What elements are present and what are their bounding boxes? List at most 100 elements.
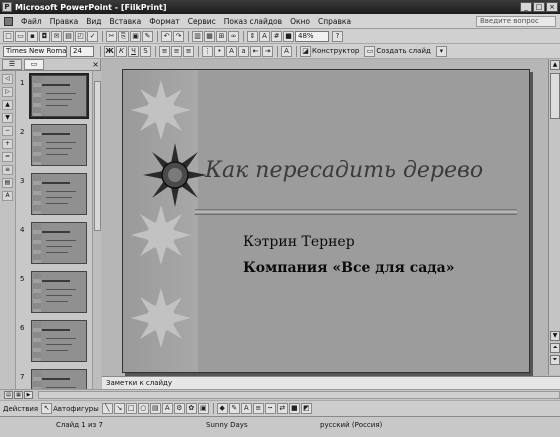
actions-menu[interactable]: Действия [3, 405, 38, 413]
autoshapes-menu[interactable]: Автофигуры [53, 405, 99, 413]
align-left-icon[interactable]: ≡ [159, 45, 170, 57]
tables-borders-icon[interactable]: ⊞ [216, 30, 227, 42]
help-search-input[interactable]: Введите вопрос [476, 15, 556, 27]
diagram-icon[interactable]: ⚙ [173, 403, 185, 414]
select-objects-icon[interactable]: ↖ [41, 403, 53, 414]
slide-thumbnail-row[interactable]: 7 [17, 369, 92, 389]
menu-view[interactable]: Вид [82, 17, 105, 26]
slide-thumbnail[interactable] [31, 320, 87, 362]
insert-table-icon[interactable]: ▦ [204, 30, 215, 42]
thumbnail-scroll-thumb[interactable] [94, 81, 101, 231]
insert-chart-icon[interactable]: ▥ [192, 30, 203, 42]
move-up-icon[interactable]: ▲ [2, 100, 13, 110]
insert-hyperlink-icon[interactable]: ∞ [228, 30, 239, 42]
slide-thumbnail[interactable] [31, 369, 87, 389]
slide-thumbnail-row[interactable]: 5 [17, 271, 92, 321]
toolbar-options-icon[interactable]: ▾ [435, 45, 447, 57]
slide-thumbnail[interactable] [31, 271, 87, 313]
pane-close-icon[interactable]: × [92, 60, 99, 69]
font-size-select[interactable]: 24 [70, 45, 94, 57]
summary-slide-icon[interactable]: ▤ [2, 178, 13, 188]
3d-style-icon[interactable]: ◩ [300, 403, 312, 414]
color-grayscale-icon[interactable]: ■ [283, 30, 294, 42]
clipart-icon[interactable]: ✿ [185, 403, 197, 414]
slide-title[interactable]: Как пересадить дерево [205, 158, 483, 183]
rectangle-icon[interactable]: □ [125, 403, 137, 414]
collapse-icon[interactable]: − [2, 126, 13, 136]
menu-insert[interactable]: Вставка [106, 17, 146, 26]
bullets-icon[interactable]: • [214, 45, 225, 57]
slide-thumbnail-row[interactable]: 1 [17, 73, 92, 125]
next-slide-icon[interactable]: ⏷ [550, 355, 560, 365]
align-center-icon[interactable]: ≡ [171, 45, 182, 57]
new-slide-icon[interactable]: ▭ [364, 45, 376, 57]
expand-all-icon[interactable]: ⇕ [247, 30, 258, 42]
expand-all-outline-icon[interactable]: ≡ [2, 165, 13, 175]
normal-view-icon[interactable]: ▤ [4, 391, 13, 399]
new-icon[interactable]: □ [3, 30, 14, 42]
menu-format[interactable]: Формат [145, 17, 183, 26]
print-preview-icon[interactable]: ◰ [75, 30, 86, 42]
menu-help[interactable]: Справка [314, 17, 355, 26]
scroll-down-icon[interactable]: ▼ [550, 331, 560, 341]
menu-tools[interactable]: Сервис [184, 17, 220, 26]
font-select[interactable]: Times New Roman [3, 45, 67, 57]
slide-scrollbar[interactable]: ▲ ▼ ⏶ ⏷ [548, 59, 560, 375]
expand-icon[interactable]: + [2, 139, 13, 149]
format-painter-icon[interactable]: ✎ [142, 30, 153, 42]
slide-show-icon[interactable]: ▶ [24, 391, 33, 399]
show-formatting-outline-icon[interactable]: A [2, 191, 13, 201]
maximize-button[interactable]: □ [533, 2, 545, 12]
minimize-button[interactable]: _ [520, 2, 532, 12]
slide-thumbnail-row[interactable]: 4 [17, 222, 92, 272]
tab-slides[interactable]: ▭ [24, 59, 44, 70]
fill-color-icon[interactable]: ◆ [216, 403, 228, 414]
numbering-icon[interactable]: ⋮ [202, 45, 213, 57]
cut-icon[interactable]: ✂ [106, 30, 117, 42]
horizontal-scrollbar[interactable] [38, 391, 560, 399]
menu-slideshow[interactable]: Показ слайдов [220, 17, 286, 26]
print-icon[interactable]: ▤ [63, 30, 74, 42]
wordart-icon[interactable]: A [161, 403, 173, 414]
dash-style-icon[interactable]: ┅ [264, 403, 276, 414]
bold-icon[interactable]: Ж [104, 45, 115, 57]
help-icon[interactable]: ? [332, 30, 343, 42]
font-color-icon[interactable]: A [281, 45, 292, 57]
email-icon[interactable]: ✉ [51, 30, 62, 42]
menu-window[interactable]: Окно [286, 17, 314, 26]
arrow-icon[interactable]: ↘ [113, 403, 125, 414]
increase-indent-icon[interactable]: ⇥ [262, 45, 273, 57]
slide-thumbnail[interactable] [29, 73, 89, 119]
slide-scroll-thumb[interactable] [550, 73, 560, 119]
increase-font-icon[interactable]: A [226, 45, 237, 57]
previous-slide-icon[interactable]: ⏶ [550, 343, 560, 353]
underline-icon[interactable]: Ч [128, 45, 139, 57]
slide-sorter-view-icon[interactable]: ▦ [14, 391, 23, 399]
demote-icon[interactable]: ▷ [2, 87, 13, 97]
align-right-icon[interactable]: ≡ [183, 45, 194, 57]
permission-icon[interactable]: ◘ [39, 30, 50, 42]
close-button[interactable]: × [546, 2, 558, 12]
open-icon[interactable]: ▭ [15, 30, 26, 42]
show-formatting-icon[interactable]: A [259, 30, 270, 42]
redo-icon[interactable]: ↷ [173, 30, 184, 42]
menu-file[interactable]: Файл [17, 17, 46, 26]
powerpoint-app-icon[interactable]: P [2, 2, 12, 12]
current-slide[interactable]: Как пересадить дерево Кэтрин Тернер Комп… [122, 69, 530, 373]
arrow-style-icon[interactable]: ⇄ [276, 403, 288, 414]
show-grid-icon[interactable]: # [271, 30, 282, 42]
decrease-font-icon[interactable]: a [238, 45, 249, 57]
scroll-up-icon[interactable]: ▲ [550, 60, 560, 70]
new-slide-button[interactable]: Создать слайд [376, 47, 430, 55]
tab-outline[interactable]: ☰ [2, 59, 22, 70]
slide-thumbnail-row[interactable]: 2 [17, 124, 92, 174]
shadow-style-icon[interactable]: ■ [288, 403, 300, 414]
shadow-icon[interactable]: S [140, 45, 151, 57]
slide-thumbnail-row[interactable]: 3 [17, 173, 92, 223]
oval-icon[interactable]: ○ [137, 403, 149, 414]
slide-company[interactable]: Компания «Все для сада» [243, 260, 454, 276]
notes-pane[interactable]: Заметки к слайду [102, 376, 560, 389]
copy-icon[interactable]: ⎘ [118, 30, 129, 42]
decrease-indent-icon[interactable]: ⇤ [250, 45, 261, 57]
line-style-icon[interactable]: ≡ [252, 403, 264, 414]
